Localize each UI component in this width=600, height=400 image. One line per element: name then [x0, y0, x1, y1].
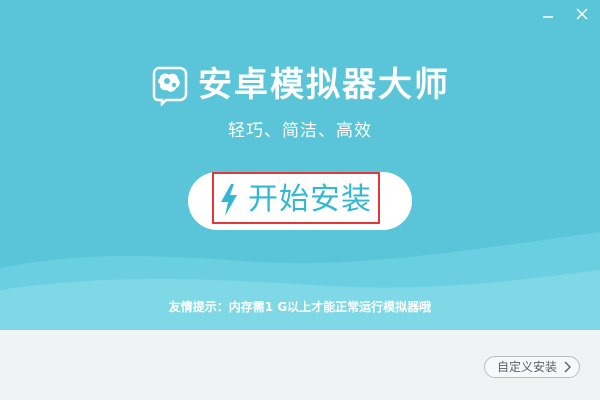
close-button[interactable] — [574, 6, 590, 22]
gear-head-logo-icon — [152, 66, 188, 106]
memory-tip: 友情提示：内存需1 G以上才能正常运行模拟器哦 — [168, 300, 432, 314]
window-controls — [540, 6, 590, 22]
minimize-button[interactable] — [540, 6, 556, 22]
start-install-content[interactable]: 开始安装 — [218, 178, 372, 222]
custom-install-button[interactable]: 自定义安装 — [483, 356, 580, 378]
installer-window: 安卓模拟器大师 轻巧、简洁、高效 开始安装 友情提示：内存需1 G以上才能正常运… — [0, 0, 600, 400]
custom-install-label: 自定义安装 — [496, 360, 557, 374]
hero-banner: 安卓模拟器大师 轻巧、简洁、高效 开始安装 友情提示：内存需1 G以上才能正常运… — [0, 0, 600, 330]
app-title: 安卓模拟器大师 — [198, 65, 450, 105]
tagline: 轻巧、简洁、高效 — [228, 121, 372, 141]
chevron-right-icon — [564, 361, 571, 373]
close-icon — [576, 8, 588, 20]
brand-header: 安卓模拟器大师 — [0, 64, 600, 106]
wave-decoration — [0, 232, 600, 330]
minimize-icon — [543, 16, 553, 18]
lightning-bolt-icon — [221, 184, 237, 216]
start-install-label: 开始安装 — [248, 182, 372, 217]
